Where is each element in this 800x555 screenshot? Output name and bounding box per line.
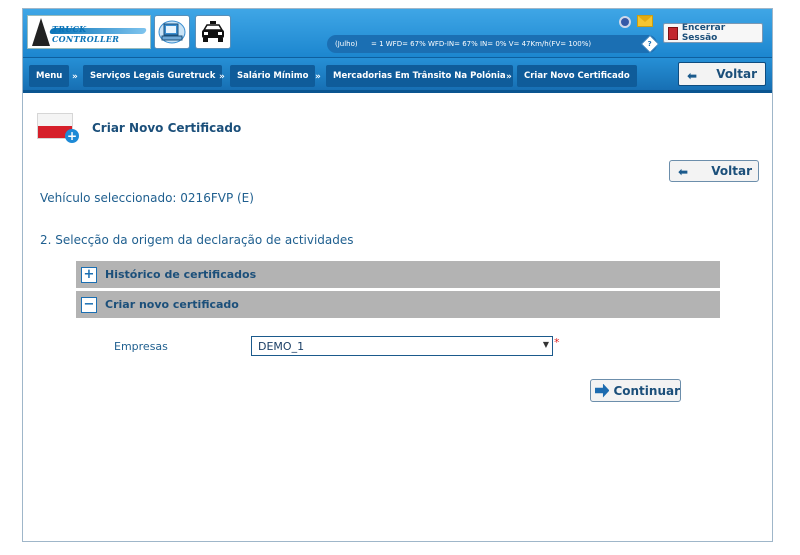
chevron-down-icon: ▼	[542, 340, 549, 349]
page-title: Criar Novo Certificado	[92, 121, 242, 135]
collapse-icon: −	[81, 296, 97, 313]
door-exit-icon	[668, 26, 678, 40]
right-arrow-icon	[595, 383, 610, 398]
breadcrumb-item-menu[interactable]: Menu	[29, 65, 70, 87]
breadcrumb: Menu » Serviços Legais Guretruck » Salár…	[23, 57, 772, 93]
back-arrow-icon: ⬅	[678, 165, 689, 179]
computer-icon[interactable]	[154, 15, 190, 49]
police-car-icon[interactable]	[195, 15, 231, 49]
section-heading: 2. Selecção da origem da declaração de a…	[40, 233, 354, 247]
add-icon: +	[65, 129, 79, 143]
accordion-label: Histórico de certificados	[105, 268, 257, 281]
back-button[interactable]: ⬅ Voltar	[669, 160, 759, 182]
breadcrumb-item-mercadorias[interactable]: Mercadorias Em Trânsito Na Polónia	[326, 65, 513, 87]
top-header: TRUCK CONTROLLER (Julho) = 1 WFD= 67% WF…	[23, 9, 772, 57]
info-icon[interactable]	[619, 16, 631, 28]
continue-label: Continuar	[613, 383, 680, 398]
mail-icon[interactable]	[637, 15, 653, 27]
selected-vehicle-text: Vehículo seleccionado: 0216FVP (E)	[40, 191, 254, 205]
continue-button[interactable]: Continuar	[590, 379, 681, 402]
breadcrumb-item-salario[interactable]: Salário Mínimo	[230, 65, 316, 87]
status-bar: (Julho) = 1 WFD= 67% WFD-IN= 67% IN= 0% …	[327, 35, 659, 53]
breadcrumb-separator: »	[506, 72, 512, 82]
back-button-top[interactable]: ⬅ Voltar	[678, 62, 766, 86]
expand-icon: +	[81, 266, 97, 283]
accordion-label: Criar novo certificado	[105, 298, 239, 311]
back-arrow-icon: ⬅	[687, 69, 698, 83]
logout-button[interactable]: Encerrar Sessão	[663, 23, 763, 43]
empresas-value: DEMO_1	[258, 339, 305, 353]
help-icon[interactable]: ?	[641, 35, 659, 53]
breadcrumb-separator: »	[315, 72, 321, 82]
breadcrumb-separator: »	[72, 72, 78, 82]
empresas-select[interactable]: DEMO_1 ▼	[251, 336, 553, 356]
logo-text: TRUCK CONTROLLER	[52, 24, 120, 44]
truck-controller-logo: TRUCK CONTROLLER	[27, 15, 151, 49]
back-label: Voltar	[711, 164, 752, 178]
required-marker: *	[554, 336, 560, 349]
status-text: (Julho) = 1 WFD= 67% WFD-IN= 67% IN= 0% …	[335, 40, 592, 48]
accordion-criar-novo[interactable]: − Criar novo certificado	[76, 291, 720, 318]
logout-label: Encerrar Sessão	[681, 23, 726, 43]
breadcrumb-item-servicos[interactable]: Serviços Legais Guretruck	[83, 65, 223, 87]
road-graphic	[32, 18, 50, 46]
breadcrumb-item-criar[interactable]: Criar Novo Certificado	[517, 65, 637, 87]
empresas-label: Empresas	[114, 340, 168, 353]
app-frame: TRUCK CONTROLLER (Julho) = 1 WFD= 67% WF…	[22, 8, 773, 542]
breadcrumb-separator: »	[219, 72, 225, 82]
back-label: Voltar	[716, 67, 757, 81]
accordion-historico[interactable]: + Histórico de certificados	[76, 261, 720, 288]
